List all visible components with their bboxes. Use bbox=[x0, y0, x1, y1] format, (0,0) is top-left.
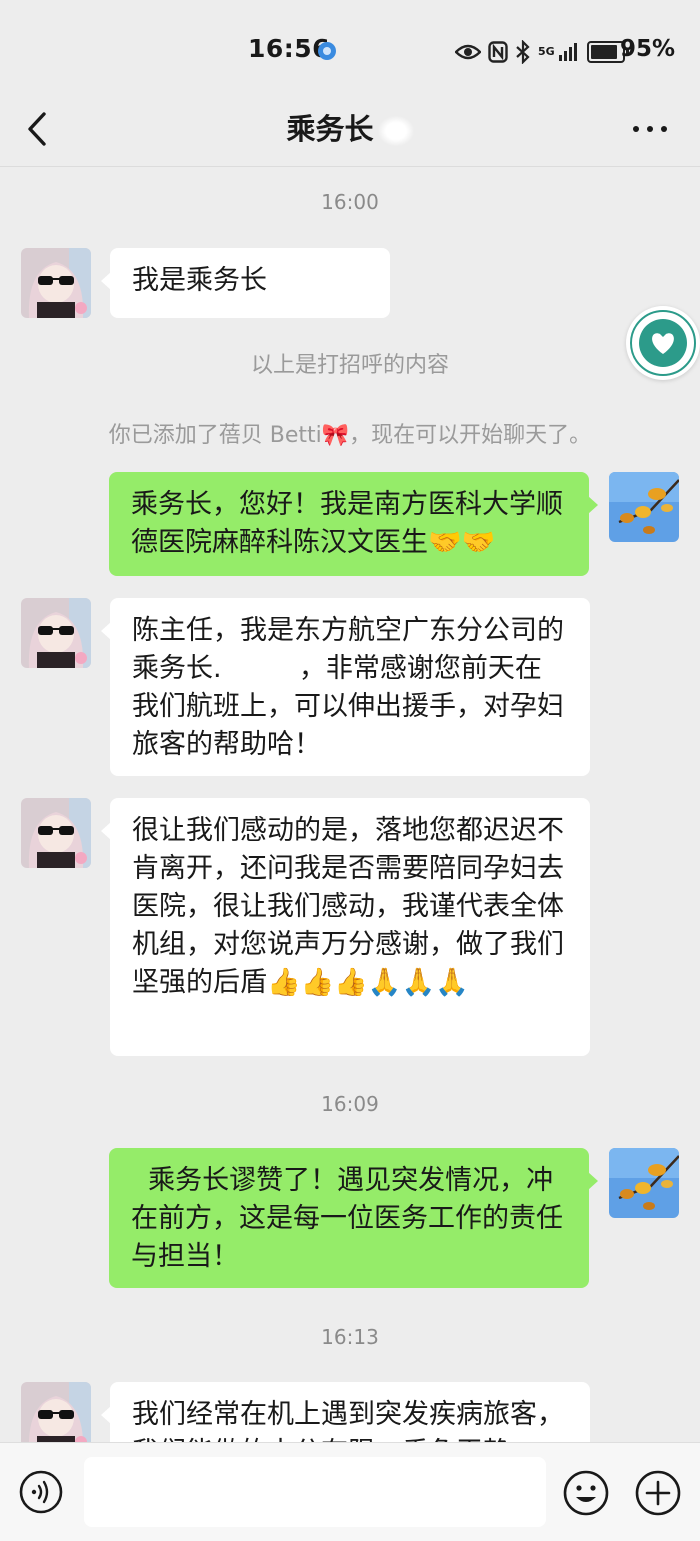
chat-title: 乘务长 bbox=[0, 106, 700, 148]
message-text: 乘务长，您好！我是南方医科大学顺德医院麻醉科陈汉文医生🤝🤝 bbox=[131, 489, 563, 558]
emoji-icon[interactable] bbox=[562, 1469, 610, 1517]
message-input[interactable] bbox=[84, 1457, 546, 1527]
contact-name: 乘务长 bbox=[286, 112, 374, 146]
timestamp: 16:09 bbox=[321, 1092, 379, 1116]
bluetooth-icon bbox=[516, 40, 530, 64]
message-text: 很让我们感动的是，落地您都迟迟不肯离开，还问我是否需要陪同孕妇去医院，很让我们感… bbox=[132, 815, 564, 998]
message-bubble-incoming[interactable]: 陈主任，我是东方航空广东分公司的乘务长. ，非常感谢您前天在我们航班上，可以伸出… bbox=[101, 598, 590, 776]
battery-percentage: 95% bbox=[620, 36, 676, 62]
message-bubble-incoming[interactable]: 我是乘务长 bbox=[101, 248, 390, 318]
message-bubble-outgoing[interactable]: 乘务长，您好！我是南方医科大学顺德医院麻醉科陈汉文医生🤝🤝 bbox=[109, 472, 598, 576]
chat-header: 乘务长 bbox=[0, 92, 700, 166]
timestamp: 16:13 bbox=[321, 1325, 379, 1349]
message-text: 我是乘务长 bbox=[132, 265, 267, 296]
message-text: 陈主任，我是东方航空广东分公司的乘务长. ，非常感谢您前天在我们航班上，可以伸出… bbox=[132, 615, 564, 760]
app-notification-icon bbox=[318, 42, 336, 60]
header-divider bbox=[0, 166, 700, 167]
status-icons: 5G bbox=[455, 38, 629, 66]
status-bar: 16:56 5G 95% bbox=[0, 0, 700, 100]
contact-avatar[interactable] bbox=[21, 798, 91, 868]
my-avatar[interactable] bbox=[609, 472, 679, 542]
message-text: 乘务长谬赞了！遇见突发情况，冲在前方，这是每一位医务工作的责任与担当！ bbox=[131, 1165, 563, 1272]
redacted-mark bbox=[377, 116, 414, 146]
system-message: 你已添加了蓓贝 Betti🎀，现在可以开始聊天了。 bbox=[108, 423, 592, 448]
voice-input-icon[interactable] bbox=[18, 1469, 64, 1515]
contact-avatar[interactable] bbox=[21, 248, 91, 318]
my-avatar[interactable] bbox=[609, 1148, 679, 1218]
timestamp: 16:00 bbox=[321, 190, 379, 214]
redacted-mark bbox=[267, 267, 339, 296]
system-message: 以上是打招呼的内容 bbox=[250, 353, 449, 378]
signal-icon bbox=[558, 43, 577, 61]
network-type-label: 5G bbox=[538, 45, 555, 58]
message-bubble-outgoing[interactable]: 乘务长谬赞了！遇见突发情况，冲在前方，这是每一位医务工作的责任与担当！ bbox=[109, 1148, 598, 1288]
add-attachment-icon[interactable] bbox=[634, 1469, 682, 1517]
contact-avatar[interactable] bbox=[21, 598, 91, 668]
nfc-icon bbox=[488, 41, 508, 63]
eye-icon bbox=[455, 44, 481, 60]
hospital-logo-badge[interactable] bbox=[626, 306, 700, 380]
message-bubble-incoming[interactable]: 很让我们感动的是，落地您都迟迟不肯离开，还问我是否需要陪同孕妇去医院，很让我们感… bbox=[101, 798, 590, 1056]
battery-icon bbox=[586, 41, 629, 63]
more-options-icon[interactable] bbox=[628, 114, 672, 144]
chat-input-bar bbox=[0, 1442, 700, 1541]
